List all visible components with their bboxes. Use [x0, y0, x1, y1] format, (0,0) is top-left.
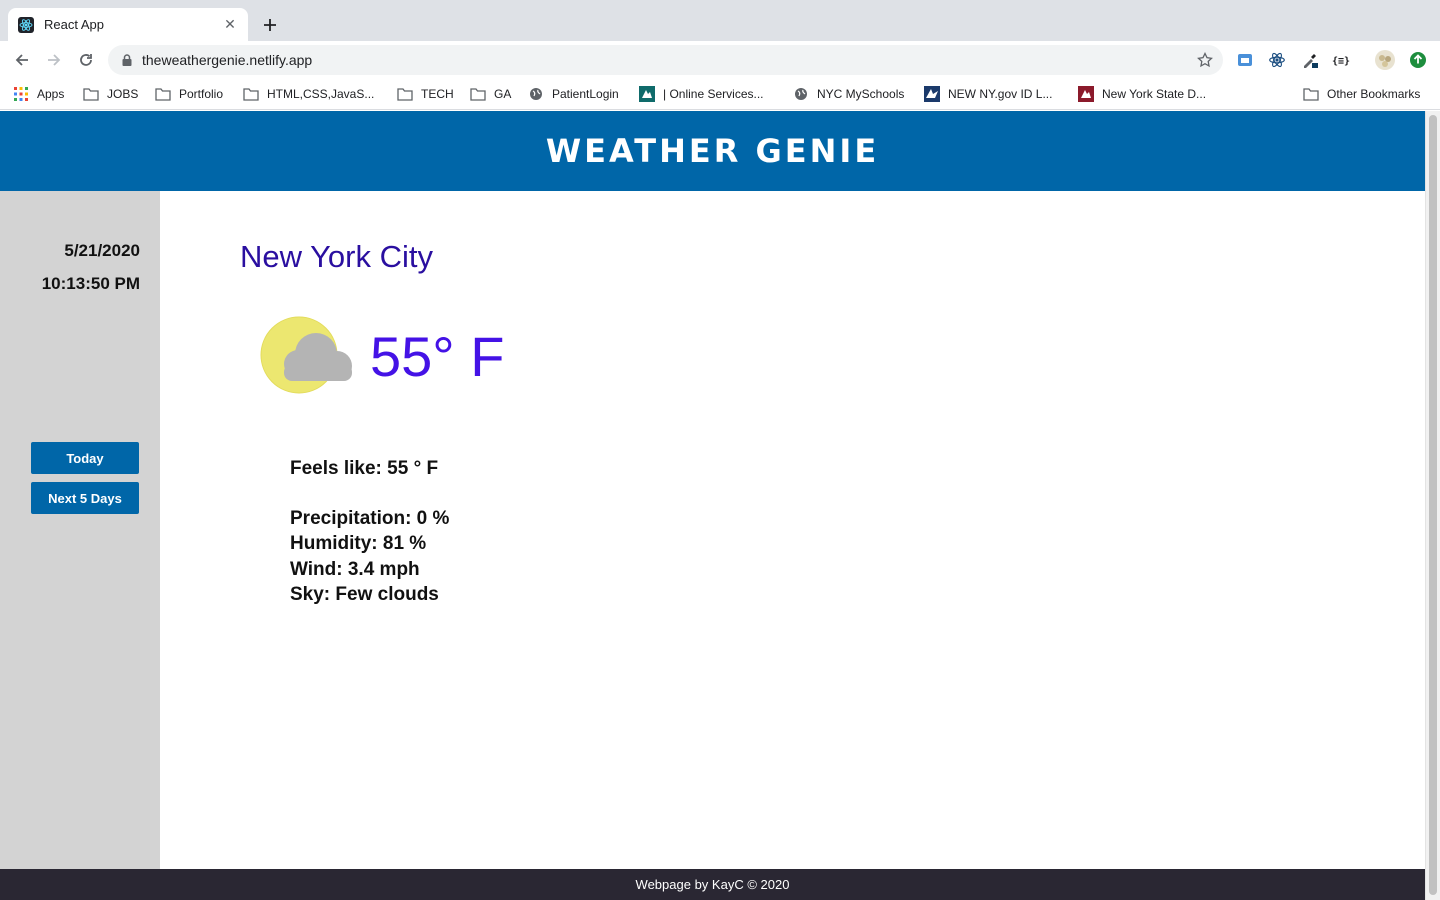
bookmark-label: Other Bookmarks — [1327, 87, 1421, 101]
humidity: Humidity: 81 % — [290, 533, 427, 554]
bookmarks-bar: Apps JOBS Portfolio HTML,CSS,JavaS... TE… — [0, 79, 1440, 110]
bookmark-html-css[interactable]: HTML,CSS,JavaS... — [243, 85, 374, 103]
next-5-days-button[interactable]: Next 5 Days — [31, 482, 139, 514]
current-date: 5/21/2020 — [64, 241, 140, 260]
bookmark-label: Portfolio — [179, 87, 224, 101]
current-time: 10:13:50 PM — [41, 274, 140, 293]
app-header: WEATHER GENIE — [0, 111, 1425, 191]
nysd-icon — [1078, 86, 1094, 102]
footer: Webpage by KayC © 2020 — [0, 869, 1425, 900]
bookmark-label: HTML,CSS,JavaS... — [267, 87, 375, 101]
partly-cloudy-icon — [260, 316, 356, 396]
scrollbar-thumb[interactable] — [1429, 115, 1437, 895]
bookmark-nys-d[interactable]: New York State D... — [1078, 85, 1206, 103]
temperature: 55° F — [370, 325, 505, 388]
bookmark-label: | Online Services... — [663, 87, 764, 101]
tab-title: React App — [44, 17, 104, 32]
bookmark-other[interactable]: Other Bookmarks — [1303, 85, 1420, 103]
apps-grid-icon — [13, 86, 29, 102]
today-button[interactable]: Today — [31, 442, 139, 474]
folder-icon — [155, 86, 171, 102]
bookmark-jobs[interactable]: JOBS — [83, 85, 138, 103]
avatar[interactable] — [1375, 50, 1395, 70]
eyedropper-icon[interactable] — [1300, 50, 1320, 70]
bookmark-patientlogin[interactable]: PatientLogin — [528, 85, 619, 103]
globe-icon — [793, 86, 809, 102]
bookmark-ga[interactable]: GA — [470, 85, 511, 103]
folder-icon — [397, 86, 413, 102]
sidebar: 5/21/2020 10:13:50 PM Today Next 5 Days — [0, 191, 160, 869]
close-icon[interactable]: ✕ — [222, 16, 238, 33]
react-devtools-icon[interactable] — [1267, 50, 1287, 70]
wind: Wind: 3.4 mph — [290, 558, 420, 580]
folder-icon — [243, 86, 259, 102]
scrollbar[interactable] — [1425, 111, 1440, 900]
back-icon[interactable] — [10, 48, 34, 72]
bookmark-label: NEW NY.gov ID L... — [948, 87, 1053, 101]
bookmark-nyc-myschools[interactable]: NYC MySchools — [793, 85, 904, 103]
folder-icon — [83, 86, 99, 102]
react-icon — [18, 16, 34, 33]
bookmark-label: PatientLogin — [552, 87, 619, 101]
app-title: WEATHER GENIE — [545, 132, 880, 170]
tab-strip: React App ✕ — [0, 0, 1440, 41]
update-icon[interactable] — [1408, 50, 1428, 70]
sky: Sky: Few clouds — [290, 584, 439, 605]
forward-icon[interactable] — [42, 48, 66, 72]
weather-details: Feels like: 55 ° F Precipitation: 0 % Hu… — [290, 456, 449, 608]
star-icon[interactable] — [1195, 50, 1215, 70]
folder-icon — [470, 86, 486, 102]
bookmark-apps[interactable]: Apps — [13, 85, 64, 103]
bookmark-label: Apps — [37, 87, 65, 101]
bookmark-label: JOBS — [107, 87, 139, 101]
bookmark-label: New York State D... — [1102, 87, 1207, 101]
bookmark-label: GA — [494, 87, 512, 101]
url-text: theweathergenie.netlify.app — [142, 52, 313, 68]
bookmark-portfolio[interactable]: Portfolio — [155, 85, 223, 103]
svg-text:{≡}: {≡} — [1332, 56, 1350, 67]
bookmark-label: NYC MySchools — [817, 87, 905, 101]
browser-tab[interactable]: React App ✕ — [8, 8, 248, 41]
bookmark-label: TECH — [421, 87, 454, 101]
extension-icon[interactable] — [1235, 50, 1255, 70]
bookmark-tech[interactable]: TECH — [397, 85, 454, 103]
folder-icon — [1303, 86, 1319, 102]
nygov-icon — [924, 86, 940, 102]
feels-like: Feels like: 55 ° F — [290, 458, 439, 479]
bookmark-nygov-id[interactable]: NEW NY.gov ID L... — [924, 85, 1052, 103]
footer-text: Webpage by KayC © 2020 — [635, 877, 790, 892]
lock-icon — [120, 53, 134, 67]
precipitation: Precipitation: 0 % — [290, 507, 450, 529]
nys-icon — [639, 86, 655, 102]
city-name: New York City — [240, 239, 433, 274]
globe-icon — [528, 86, 544, 102]
main-content: New York City 55° F Feels like: 55 ° F P… — [160, 191, 1425, 869]
reload-icon[interactable] — [74, 48, 98, 72]
address-bar[interactable]: theweathergenie.netlify.app — [108, 45, 1223, 75]
bookmark-online-services[interactable]: | Online Services... — [639, 85, 764, 103]
page-viewport: WEATHER GENIE 5/21/2020 10:13:50 PM Toda… — [0, 111, 1425, 900]
new-tab-icon[interactable] — [258, 13, 282, 37]
browser-toolbar: theweathergenie.netlify.app {≡} — [0, 41, 1440, 79]
json-viewer-icon[interactable]: {≡} — [1331, 50, 1351, 70]
